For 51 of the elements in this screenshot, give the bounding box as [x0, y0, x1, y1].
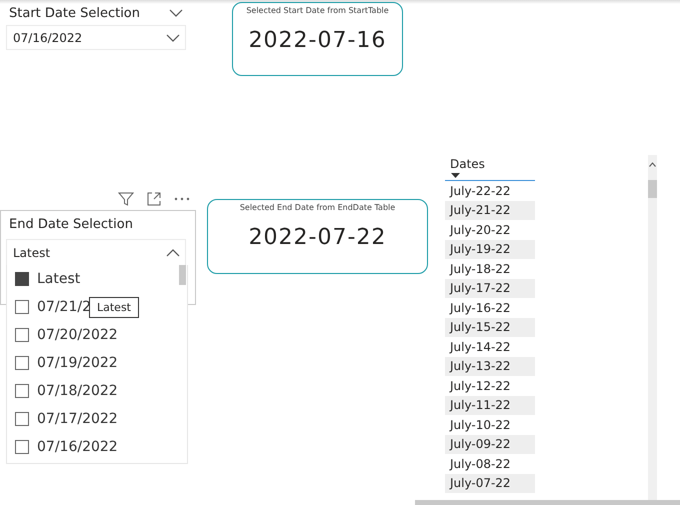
table-cell-text: July-16-22: [448, 300, 512, 317]
chevron-down-icon[interactable]: [166, 34, 180, 42]
list-option[interactable]: 07/19/2022: [7, 349, 118, 377]
table-cell: July-11-22: [445, 396, 535, 415]
table-cell: July-19-22: [445, 240, 535, 259]
list-option[interactable]: 07/16/2022: [7, 433, 118, 461]
checkbox[interactable]: [15, 300, 29, 314]
more-options-icon[interactable]: [174, 197, 190, 201]
table-cell-text: July-14-22: [448, 338, 512, 356]
scrollbar-thumb[interactable]: [179, 265, 186, 285]
table-cell-text: July-22-22: [448, 182, 512, 200]
dropdown-field[interactable]: 07/16/2022: [6, 25, 186, 50]
slicer-title: Start Date Selection: [9, 6, 140, 20]
table-cell: July-17-22: [445, 278, 535, 298]
checkbox[interactable]: [15, 356, 29, 370]
list-option[interactable]: 07/18/2022: [7, 377, 118, 405]
checkbox[interactable]: [15, 412, 29, 426]
checkbox[interactable]: [15, 328, 29, 342]
table-cell-text: July-12-22: [448, 378, 512, 395]
scrollbar-thumb[interactable]: [648, 180, 657, 198]
slicer-title: End Date Selection: [9, 216, 133, 232]
chevron-down-icon[interactable]: [169, 9, 183, 17]
sort-descending-icon[interactable]: [451, 173, 460, 178]
chevron-up-icon[interactable]: [166, 248, 180, 256]
column-header[interactable]: Dates: [445, 155, 535, 181]
scrollbar[interactable]: [648, 155, 657, 500]
card-value: 2022-07-22: [248, 225, 386, 250]
table-cell-text: July-20-22: [448, 222, 512, 239]
table-cell: July-07-22: [445, 474, 535, 493]
tooltip: Latest: [89, 297, 139, 318]
checkbox[interactable]: [15, 384, 29, 398]
checkbox[interactable]: [15, 272, 29, 286]
table-cell: July-15-22: [445, 318, 535, 337]
scrollbar[interactable]: [415, 500, 680, 505]
table-cell: July-09-22: [445, 434, 535, 454]
list-option[interactable]: Latest: [7, 265, 80, 293]
list-option[interactable]: 07/17/2022: [7, 405, 118, 433]
focus-mode-icon[interactable]: [146, 191, 162, 207]
table-cell-text: July-10-22: [448, 416, 512, 434]
table-cell: July-13-22: [445, 356, 535, 376]
table-cell-text: July-08-22: [448, 456, 512, 473]
list-option[interactable]: 07/20/2022: [7, 321, 118, 349]
scroll-up-icon[interactable]: [649, 162, 656, 167]
table-cell-text: July-18-22: [448, 260, 512, 278]
checkbox[interactable]: [15, 440, 29, 454]
card-title: Selected Start Date from StartTable: [246, 6, 389, 15]
card-title: Selected End Date from EndDate Table: [240, 203, 396, 212]
list-option[interactable]: 07/21/2: [7, 293, 91, 321]
card-value: 2022-07-16: [248, 28, 386, 53]
table-cell: July-21-22: [445, 200, 535, 220]
filter-icon[interactable]: [118, 191, 134, 207]
